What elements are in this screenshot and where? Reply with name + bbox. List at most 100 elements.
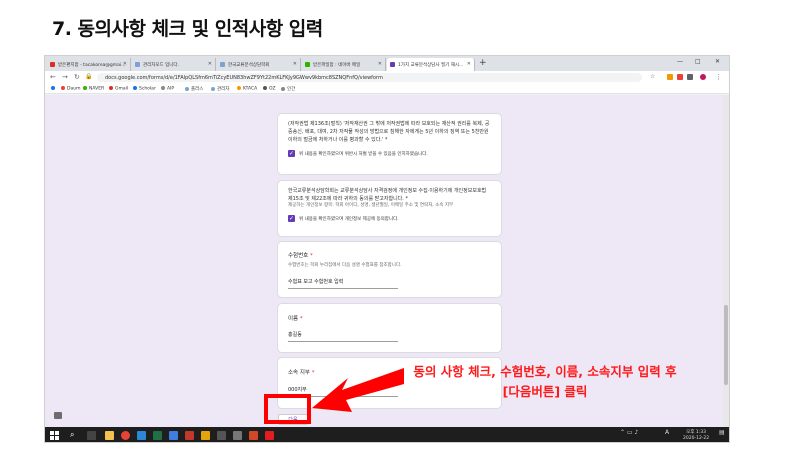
excel-icon[interactable]	[153, 431, 162, 440]
bookmark-item[interactable]: OZ	[263, 86, 276, 92]
bookmark-icon	[281, 86, 285, 91]
bookmark-icon	[185, 86, 189, 91]
bookmark-item[interactable]	[51, 86, 57, 92]
exam-number-card: 수험번호 * 수험번호는 학회 누리집에서 다음 설명 수험표를 참조합니다. …	[277, 241, 502, 298]
bookmark-icon	[211, 86, 215, 91]
instruction-line-2: [다음버튼] 클릭	[502, 384, 588, 399]
copyright-consent-card: (저작권법 제136조(벌칙) '저작재산권 그 밖에 저작권법에 따라 보호되…	[277, 113, 502, 175]
acrobat-icon[interactable]	[265, 431, 274, 440]
instruction-line-1: 동의 사항 체크, 수험번호, 이름, 소속지부 입력 후	[413, 364, 677, 379]
privacy-notice: 한국교류분석상담학회는 교류분석상담사 자격검정에 개인정보 수집·이용하기에 …	[288, 188, 487, 202]
checkbox-checked-icon[interactable]: ✓	[288, 215, 295, 222]
tab-label: 관리자모드 입니다.	[143, 63, 179, 68]
search-icon[interactable]: ⌕	[70, 430, 74, 440]
name-input[interactable]: 홍길동	[288, 331, 398, 342]
back-icon[interactable]: ←	[50, 73, 56, 81]
instruction-callout: 동의 사항 체크, 수험번호, 이름, 소속지부 입력 후 [다음버튼] 클릭	[385, 362, 705, 402]
clock[interactable]: 오후 1:33 2020-12-22	[683, 430, 709, 441]
tab-ktaca[interactable]: 한국교류분석상담학회 ✕	[217, 58, 301, 71]
edge-icon[interactable]	[137, 431, 146, 440]
privacy-items-note: 제공하는 개인정보 항목: 학회 아이디, 성명, 생년월일, 이메일 주소 및…	[288, 203, 454, 208]
feedback-icon[interactable]	[54, 412, 62, 419]
ime-indicator[interactable]: A	[665, 430, 669, 436]
scrollbar-thumb[interactable]	[724, 305, 728, 385]
calculator-icon[interactable]	[233, 431, 242, 440]
maximize-button[interactable]: □	[695, 58, 701, 65]
copyright-checkbox-row[interactable]: ✓ 위 내용을 확인하였으며 위반시 처벌 받을 수 있음을 인지하였습니다.	[288, 150, 491, 158]
site-icon	[220, 62, 225, 67]
bookmark-item[interactable]: Gmail	[109, 86, 128, 92]
tab-admin[interactable]: 관리자모드 입니다. ✕	[132, 58, 216, 71]
bookmark-item[interactable]: Daum	[61, 86, 80, 92]
close-icon[interactable]: ✕	[123, 61, 127, 67]
apps-icon	[51, 86, 55, 90]
site-icon	[135, 62, 140, 67]
extension-icon[interactable]	[667, 74, 673, 80]
tray-icons[interactable]: ⌃ ▭ ♪	[620, 430, 638, 436]
close-icon[interactable]: ✕	[293, 61, 297, 67]
bookmark-icon	[133, 86, 137, 90]
gmail-icon	[50, 62, 55, 67]
copyright-notice: (저작권법 제136조(벌칙) '저작재산권 그 밖에 저작권법에 따라 보호되…	[288, 121, 490, 143]
bookmark-icon	[109, 86, 113, 90]
bookmark-item[interactable]: 관리자	[211, 86, 229, 92]
url-input[interactable]: docs.google.com/forms/d/e/1FAIpQLSfm6mTi…	[97, 73, 642, 82]
clock-time: 오후 1:33	[686, 430, 706, 435]
forward-icon[interactable]: →	[62, 73, 68, 81]
checkbox-checked-icon[interactable]: ✓	[288, 150, 295, 157]
bookmark-icon	[237, 86, 241, 90]
star-icon[interactable]: ☆	[650, 73, 655, 80]
bookmark-icon	[83, 86, 87, 90]
lock-icon: 🔒	[85, 73, 93, 80]
bookmark-item[interactable]: Scholar	[133, 86, 156, 92]
bookmark-icon	[161, 86, 165, 90]
extension-icon[interactable]	[687, 74, 693, 80]
powerpoint-icon[interactable]	[249, 431, 258, 440]
new-tab-button[interactable]: +	[479, 58, 487, 68]
menu-icon[interactable]: ⋮	[715, 73, 722, 81]
bookmark-item[interactable]: 플러스	[185, 86, 203, 92]
hwp-icon[interactable]	[169, 431, 178, 440]
clock-date: 2020-12-22	[683, 435, 710, 441]
task-view-icon[interactable]	[87, 431, 96, 440]
windows-start-icon[interactable]	[50, 431, 59, 440]
tab-label: 1가지 교류분석상담사 필기 재시...	[398, 63, 464, 68]
close-window-button[interactable]: ✕	[715, 58, 720, 65]
chrome-icon[interactable]	[121, 431, 130, 440]
bookmark-item[interactable]: AIP	[161, 86, 174, 92]
taskbar: ⌕ ⌃ ▭ ♪ A 오후 1:33 2020-12-22 ▤	[45, 427, 729, 442]
privacy-checkbox-row[interactable]: ✓ 위 내용을 확인하였으며 개인정보 제공에 동의합니다.	[288, 215, 491, 223]
exam-number-input[interactable]: 수험표 보고 수험번호 입력	[288, 278, 398, 289]
checkbox-label: 위 내용을 확인하였으며 개인정보 제공에 동의합니다.	[299, 217, 399, 222]
tab-label: 받은편지함 - tacakorea@gmai...	[58, 63, 126, 68]
notification-icon[interactable]: ▤	[719, 430, 725, 436]
bookmarks-bar: Daum NAVER Gmail Scholar AIP 플러스 관리자 KTA…	[45, 84, 729, 94]
scrollbar[interactable]	[723, 95, 729, 427]
slide: 7. 동의사항 체크 및 인적사항 입력 받은편지함 - tacakorea@g…	[0, 0, 800, 450]
extension-icon[interactable]	[677, 74, 683, 80]
close-icon[interactable]: ✕	[467, 61, 471, 67]
close-icon[interactable]: ✕	[208, 61, 212, 67]
photos-icon[interactable]	[185, 431, 194, 440]
explorer-icon[interactable]	[105, 431, 114, 440]
tab-naver-mail[interactable]: 받은파일함 : 네이버 메일 ✕	[302, 58, 386, 71]
bookmark-item[interactable]: NAVER	[83, 86, 104, 92]
question-description: 수험번호는 학회 누리집에서 다음 설명 수험표를 참조합니다.	[288, 263, 402, 268]
minimize-button[interactable]: —	[677, 58, 683, 65]
question-title: 수험번호 *	[288, 253, 313, 259]
close-icon[interactable]: ✕	[378, 61, 382, 67]
folder-icon[interactable]	[201, 431, 210, 440]
profile-avatar[interactable]	[700, 74, 706, 80]
reload-icon[interactable]: ↻	[74, 73, 80, 81]
question-title: 이름 *	[288, 316, 303, 322]
bookmark-item[interactable]: 인간	[281, 86, 295, 92]
settings-icon[interactable]	[217, 431, 226, 440]
bookmark-icon	[61, 86, 65, 90]
tab-google-form[interactable]: 1가지 교류분석상담사 필기 재시... ✕	[387, 58, 475, 71]
naver-icon	[305, 62, 310, 67]
tab-label: 받은파일함 : 네이버 메일	[313, 63, 361, 68]
tab-gmail[interactable]: 받은편지함 - tacakorea@gmai... ✕	[47, 58, 131, 71]
checkbox-label: 위 내용을 확인하였으며 위반시 처벌 받을 수 있음을 인지하였습니다.	[299, 152, 428, 157]
name-card: 이름 * 홍길동	[277, 303, 502, 353]
bookmark-item[interactable]: KTACA	[237, 86, 257, 92]
